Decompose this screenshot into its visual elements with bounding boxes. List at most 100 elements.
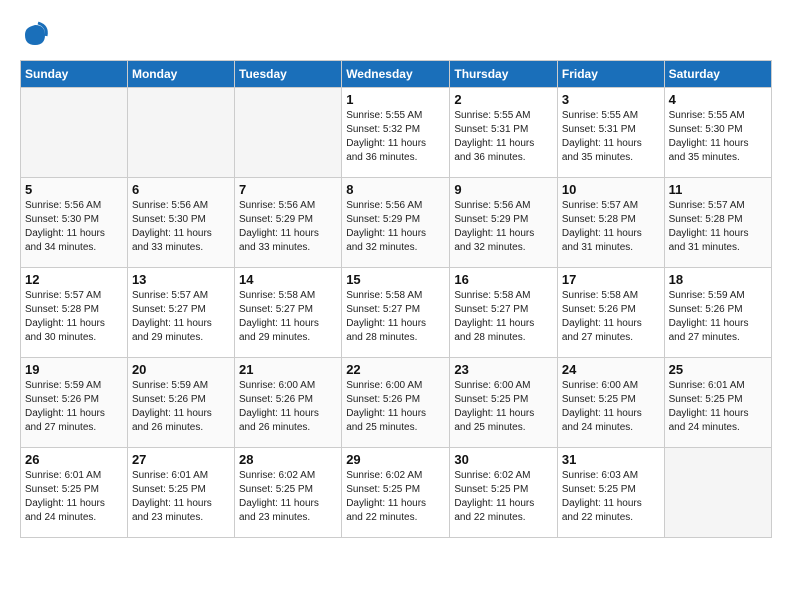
- day-number: 27: [132, 452, 230, 467]
- day-number: 10: [562, 182, 660, 197]
- day-number: 26: [25, 452, 123, 467]
- day-info: Sunrise: 6:02 AMSunset: 5:25 PMDaylight:…: [454, 469, 553, 525]
- day-number: 5: [25, 182, 123, 197]
- weekday-header-sunday: Sunday: [21, 61, 128, 88]
- page-header: [20, 20, 772, 50]
- calendar-cell: 12 Sunrise: 5:57 AMSunset: 5:28 PMDayligh…: [21, 268, 128, 358]
- day-number: 3: [562, 92, 660, 107]
- calendar-cell: 17Sunrise: 5:58 AMSunset: 5:26 PMDayligh…: [557, 268, 664, 358]
- weekday-header-wednesday: Wednesday: [342, 61, 450, 88]
- day-number: 22: [346, 362, 445, 377]
- calendar-week-row: 1 Sunrise: 5:55 AMSunset: 5:32 PMDaylight…: [21, 88, 772, 178]
- day-info: Sunrise: 5:57 AMSunset: 5:28 PMDaylight:…: [25, 289, 123, 345]
- day-info: Sunrise: 5:58 AMSunset: 5:27 PMDaylight:…: [346, 289, 445, 345]
- calendar-cell: 19Sunrise: 5:59 AMSunset: 5:26 PMDayligh…: [21, 358, 128, 448]
- weekday-header-friday: Friday: [557, 61, 664, 88]
- day-info: Sunrise: 5:55 AMSunset: 5:32 PMDaylight:…: [346, 109, 445, 165]
- calendar-cell: 8Sunrise: 5:56 AMSunset: 5:29 PMDaylight…: [342, 178, 450, 268]
- calendar-cell: 6 Sunrise: 5:56 AMSunset: 5:30 PMDaylight…: [127, 178, 234, 268]
- calendar-cell: 10 Sunrise: 5:57 AMSunset: 5:28 PMDayligh…: [557, 178, 664, 268]
- calendar-week-row: 26 Sunrise: 6:01 AMSunset: 5:25 PMDayligh…: [21, 448, 772, 538]
- calendar-cell: 28 Sunrise: 6:02 AMSunset: 5:25 PMDayligh…: [235, 448, 342, 538]
- calendar-cell: 15 Sunrise: 5:58 AMSunset: 5:27 PMDayligh…: [342, 268, 450, 358]
- calendar-cell: 31Sunrise: 6:03 AMSunset: 5:25 PMDayligh…: [557, 448, 664, 538]
- day-info: Sunrise: 5:59 AMSunset: 5:26 PMDaylight:…: [132, 379, 230, 435]
- calendar-cell: [127, 88, 234, 178]
- calendar-cell: 2 Sunrise: 5:55 AMSunset: 5:31 PMDaylight…: [450, 88, 558, 178]
- day-number: 20: [132, 362, 230, 377]
- calendar-week-row: 5 Sunrise: 5:56 AMSunset: 5:30 PMDaylight…: [21, 178, 772, 268]
- day-number: 12: [25, 272, 123, 287]
- day-info: Sunrise: 5:56 AMSunset: 5:29 PMDaylight:…: [239, 199, 337, 255]
- day-info: Sunrise: 6:00 AMSunset: 5:25 PMDaylight:…: [562, 379, 660, 435]
- calendar-cell: 26 Sunrise: 6:01 AMSunset: 5:25 PMDayligh…: [21, 448, 128, 538]
- weekday-header-monday: Monday: [127, 61, 234, 88]
- day-number: 16: [454, 272, 553, 287]
- day-info: Sunrise: 6:03 AMSunset: 5:25 PMDaylight:…: [562, 469, 660, 525]
- day-info: Sunrise: 6:02 AMSunset: 5:25 PMDaylight:…: [239, 469, 337, 525]
- calendar-cell: 20 Sunrise: 5:59 AMSunset: 5:26 PMDayligh…: [127, 358, 234, 448]
- day-number: 18: [669, 272, 767, 287]
- day-info: Sunrise: 6:01 AMSunset: 5:25 PMDaylight:…: [669, 379, 767, 435]
- day-info: Sunrise: 5:55 AMSunset: 5:31 PMDaylight:…: [562, 109, 660, 165]
- day-number: 1: [346, 92, 445, 107]
- day-number: 24: [562, 362, 660, 377]
- day-info: Sunrise: 5:57 AMSunset: 5:28 PMDaylight:…: [562, 199, 660, 255]
- weekday-header-row: SundayMondayTuesdayWednesdayThursdayFrid…: [21, 61, 772, 88]
- day-number: 19: [25, 362, 123, 377]
- weekday-header-tuesday: Tuesday: [235, 61, 342, 88]
- calendar-cell: [235, 88, 342, 178]
- day-info: Sunrise: 5:57 AMSunset: 5:27 PMDaylight:…: [132, 289, 230, 345]
- day-number: 14: [239, 272, 337, 287]
- day-info: Sunrise: 6:01 AMSunset: 5:25 PMDaylight:…: [25, 469, 123, 525]
- day-number: 4: [669, 92, 767, 107]
- calendar-cell: 22 Sunrise: 6:00 AMSunset: 5:26 PMDayligh…: [342, 358, 450, 448]
- day-number: 2: [454, 92, 553, 107]
- day-number: 6: [132, 182, 230, 197]
- calendar-week-row: 12 Sunrise: 5:57 AMSunset: 5:28 PMDayligh…: [21, 268, 772, 358]
- calendar-cell: 11Sunrise: 5:57 AMSunset: 5:28 PMDayligh…: [664, 178, 771, 268]
- day-number: 21: [239, 362, 337, 377]
- calendar-cell: 14 Sunrise: 5:58 AMSunset: 5:27 PMDayligh…: [235, 268, 342, 358]
- day-info: Sunrise: 5:56 AMSunset: 5:30 PMDaylight:…: [132, 199, 230, 255]
- day-number: 25: [669, 362, 767, 377]
- day-info: Sunrise: 6:00 AMSunset: 5:25 PMDaylight:…: [454, 379, 553, 435]
- day-number: 9: [454, 182, 553, 197]
- calendar-cell: 5Sunrise: 5:56 AMSunset: 5:30 PMDaylight…: [21, 178, 128, 268]
- day-info: Sunrise: 5:58 AMSunset: 5:27 PMDaylight:…: [239, 289, 337, 345]
- calendar-cell: [664, 448, 771, 538]
- day-info: Sunrise: 6:02 AMSunset: 5:25 PMDaylight:…: [346, 469, 445, 525]
- day-number: 15: [346, 272, 445, 287]
- weekday-header-thursday: Thursday: [450, 61, 558, 88]
- day-number: 13: [132, 272, 230, 287]
- day-number: 29: [346, 452, 445, 467]
- day-info: Sunrise: 5:56 AMSunset: 5:29 PMDaylight:…: [454, 199, 553, 255]
- calendar-cell: 27 Sunrise: 6:01 AMSunset: 5:25 PMDayligh…: [127, 448, 234, 538]
- day-number: 7: [239, 182, 337, 197]
- logo: [20, 20, 54, 50]
- calendar-cell: 29 Sunrise: 6:02 AMSunset: 5:25 PMDayligh…: [342, 448, 450, 538]
- calendar-week-row: 19 Sunrise: 5:59 AMSunset: 5:26 PMDayligh…: [21, 358, 772, 448]
- calendar-cell: 23 Sunrise: 6:00 AMSunset: 5:25 PMDayligh…: [450, 358, 558, 448]
- day-number: 28: [239, 452, 337, 467]
- calendar-cell: 1 Sunrise: 5:55 AMSunset: 5:32 PMDaylight…: [342, 88, 450, 178]
- day-info: Sunrise: 5:55 AMSunset: 5:30 PMDaylight:…: [669, 109, 767, 165]
- day-number: 17: [562, 272, 660, 287]
- day-number: 23: [454, 362, 553, 377]
- calendar-table: SundayMondayTuesdayWednesdayThursdayFrid…: [20, 60, 772, 538]
- day-info: Sunrise: 6:01 AMSunset: 5:25 PMDaylight:…: [132, 469, 230, 525]
- calendar-cell: 21Sunrise: 6:00 AMSunset: 5:26 PMDayligh…: [235, 358, 342, 448]
- day-number: 8: [346, 182, 445, 197]
- day-info: Sunrise: 5:55 AMSunset: 5:31 PMDaylight:…: [454, 109, 553, 165]
- calendar-cell: 4 Sunrise: 5:55 AMSunset: 5:30 PMDaylight…: [664, 88, 771, 178]
- day-info: Sunrise: 5:58 AMSunset: 5:27 PMDaylight:…: [454, 289, 553, 345]
- calendar-cell: 3 Sunrise: 5:55 AMSunset: 5:31 PMDaylight…: [557, 88, 664, 178]
- day-info: Sunrise: 5:59 AMSunset: 5:26 PMDaylight:…: [669, 289, 767, 345]
- calendar-cell: 13 Sunrise: 5:57 AMSunset: 5:27 PMDayligh…: [127, 268, 234, 358]
- calendar-cell: 7 Sunrise: 5:56 AMSunset: 5:29 PMDaylight…: [235, 178, 342, 268]
- calendar-cell: 25 Sunrise: 6:01 AMSunset: 5:25 PMDayligh…: [664, 358, 771, 448]
- logo-icon: [20, 20, 50, 50]
- calendar-cell: [21, 88, 128, 178]
- day-info: Sunrise: 5:57 AMSunset: 5:28 PMDaylight:…: [669, 199, 767, 255]
- day-info: Sunrise: 6:00 AMSunset: 5:26 PMDaylight:…: [346, 379, 445, 435]
